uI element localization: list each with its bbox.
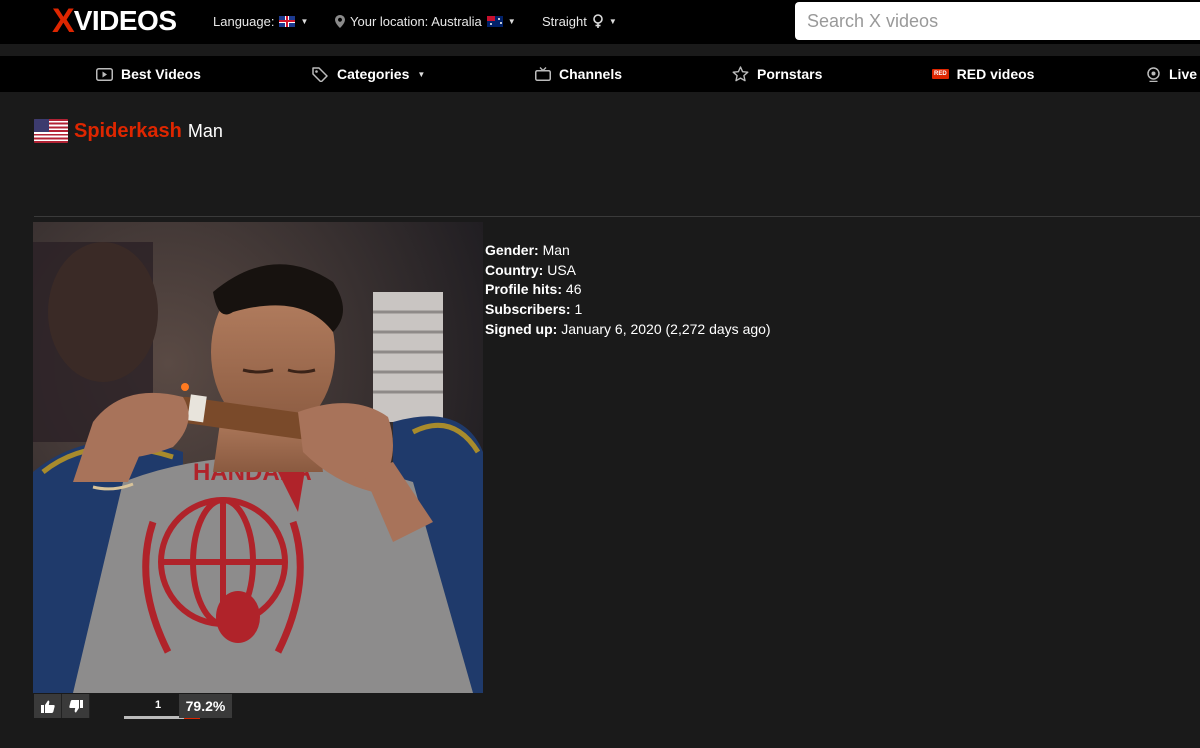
- detail-gender-value: Man: [542, 242, 570, 258]
- search-input[interactable]: [807, 10, 1200, 32]
- star-icon: [732, 66, 749, 82]
- red-badge-icon: RED: [932, 69, 949, 79]
- webcam-icon: [1147, 66, 1160, 82]
- logo-x: X: [52, 2, 75, 40]
- rating-percentage: 79.2%: [179, 694, 232, 718]
- search-box[interactable]: [795, 2, 1200, 40]
- thumbs-down-icon: [68, 699, 83, 712]
- profile-details: Gender: Man Country: USA Profile hits: 4…: [485, 241, 771, 340]
- detail-signed-up: Signed up: January 6, 2020 (2,272 days a…: [485, 320, 771, 340]
- location-pin-icon: [335, 14, 345, 28]
- nav-red-videos[interactable]: RED RED videos: [932, 56, 1034, 92]
- location-selector[interactable]: Your location: Australia ▼: [335, 12, 516, 30]
- thumbs-down-button[interactable]: [62, 694, 90, 718]
- detail-signed-up-value: January 6, 2020 (2,272 days ago): [561, 320, 771, 337]
- detail-country-value: USA: [547, 261, 577, 278]
- nav-best-videos-label: Best Videos: [121, 66, 201, 82]
- nav-best-videos[interactable]: Best Videos: [96, 56, 201, 92]
- detail-profile-hits-label: Profile hits:: [485, 281, 563, 298]
- nav-categories[interactable]: Categories ▼: [312, 56, 425, 92]
- site-logo[interactable]: X VIDEOS: [52, 3, 177, 39]
- nav-live[interactable]: Live: [1146, 56, 1197, 92]
- uk-flag-icon: [279, 15, 296, 27]
- nav-live-label: Live: [1169, 66, 1198, 82]
- tag-icon: [312, 66, 328, 82]
- us-flag-icon: [34, 119, 68, 143]
- chevron-down-icon: ▼: [608, 16, 617, 26]
- nav-channels-label: Channels: [559, 66, 623, 82]
- profile-header: Spiderkash Man: [34, 118, 223, 144]
- detail-gender: Gender: Man: [485, 241, 771, 261]
- nav-channels[interactable]: Channels: [535, 56, 622, 92]
- detail-profile-hits: Profile hits: 46: [485, 280, 771, 300]
- vote-bar: 1 79.2%: [34, 694, 232, 719]
- location-label: Your location: Australia: [350, 13, 482, 29]
- main-nav: Best Videos Categories ▼ Channels Pornst…: [0, 56, 1200, 92]
- detail-subscribers: Subscribers: 1: [485, 300, 771, 320]
- female-symbol-icon: [593, 14, 603, 28]
- chevron-down-icon: ▼: [417, 69, 426, 79]
- detail-gender-label: Gender:: [485, 242, 539, 258]
- detail-subscribers-value: 1: [574, 301, 583, 318]
- chevron-down-icon: ▼: [300, 16, 309, 26]
- language-label: Language:: [213, 13, 275, 29]
- top-bar: X VIDEOS Language: ▼ Your location: Aust…: [0, 0, 1200, 44]
- australia-flag-icon: [486, 15, 503, 27]
- profile-gender-tag: Man: [187, 120, 223, 141]
- logo-text: VIDEOS: [73, 5, 177, 36]
- thumbs-up-button[interactable]: [34, 694, 62, 718]
- language-selector[interactable]: Language: ▼: [213, 12, 308, 30]
- detail-profile-hits-value: 46: [565, 281, 582, 298]
- detail-country: Country: USA: [485, 261, 771, 281]
- detail-subscribers-label: Subscribers:: [485, 301, 571, 318]
- nav-pornstars-label: Pornstars: [757, 66, 823, 82]
- divider: [34, 216, 1200, 217]
- tv-icon: [535, 67, 551, 81]
- profile-photo[interactable]: HANDALA: [33, 222, 483, 693]
- play-icon: [96, 67, 113, 81]
- chevron-down-icon: ▼: [507, 16, 516, 26]
- thumbs-up-icon: [40, 700, 55, 713]
- orientation-selector[interactable]: Straight ▼: [542, 12, 617, 30]
- nav-red-videos-label: RED videos: [956, 66, 1035, 82]
- detail-country-label: Country:: [485, 261, 544, 278]
- profile-username[interactable]: Spiderkash: [74, 120, 182, 143]
- orientation-label: Straight: [542, 13, 587, 29]
- profile-photo-image: HANDALA: [33, 222, 483, 693]
- detail-signed-up-label: Signed up:: [485, 320, 558, 337]
- nav-pornstars[interactable]: Pornstars: [732, 56, 822, 92]
- nav-categories-label: Categories: [337, 66, 410, 82]
